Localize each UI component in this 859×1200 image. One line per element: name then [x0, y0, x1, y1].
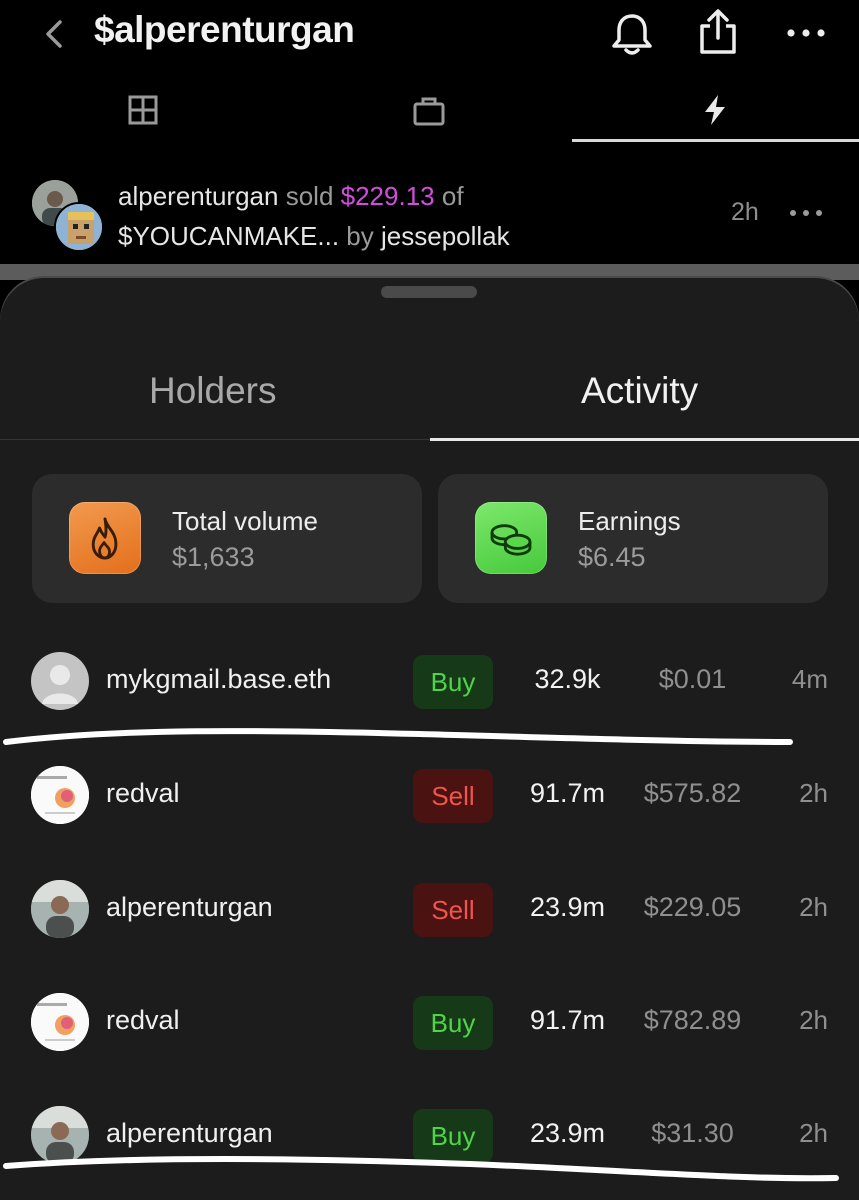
usd-amount: $229.05	[643, 892, 742, 922]
activity-username[interactable]: alperenturgan	[106, 1118, 273, 1149]
earnings-card: Earnings $6.45	[438, 474, 828, 603]
activity-row[interactable]: redval Sell 91.7m $575.82 2h	[0, 744, 859, 844]
tab-grid[interactable]	[0, 78, 286, 142]
more-icon[interactable]	[784, 24, 828, 42]
creator-avatar	[54, 202, 104, 252]
feed-creator[interactable]: jessepollak	[381, 221, 510, 251]
activity-time: 2h	[799, 1118, 828, 1148]
sheet-drag-handle[interactable]	[381, 286, 477, 298]
token-quantity: 32.9k	[534, 664, 601, 694]
total-volume-card: Total volume $1,633	[32, 474, 422, 603]
activity-username[interactable]: alperenturgan	[106, 892, 273, 923]
buy-badge: Buy	[413, 996, 493, 1050]
tab-activity-list[interactable]: Activity	[581, 370, 698, 412]
tab-activity[interactable]	[572, 78, 858, 142]
buy-badge: Buy	[413, 655, 493, 709]
bag-icon	[413, 97, 445, 126]
activity-row[interactable]: redval Buy 91.7m $782.89 2h	[0, 971, 859, 1071]
tab-indicator	[430, 438, 859, 441]
photo-avatar-icon	[31, 880, 89, 938]
profile-nav-tabs	[0, 78, 859, 144]
token-quantity: 23.9m	[529, 1118, 606, 1148]
grid-icon	[128, 95, 158, 125]
feed-of: of	[441, 181, 464, 211]
feed-user[interactable]: alperenturgan	[118, 181, 278, 211]
activity-username[interactable]: mykgmail.base.eth	[106, 664, 331, 695]
token-quantity: 23.9m	[529, 892, 606, 922]
bell-icon[interactable]	[606, 8, 658, 60]
sell-badge: Sell	[413, 769, 493, 823]
activity-row[interactable]: mykgmail.base.eth Buy 32.9k $0.01 4m	[0, 630, 859, 730]
earnings-value: $6.45	[578, 542, 646, 572]
buy-badge: Buy	[413, 1109, 493, 1163]
sell-badge: Sell	[413, 883, 493, 937]
share-icon[interactable]	[692, 6, 744, 58]
total-volume-label: Total volume	[172, 506, 318, 536]
feed-time: 2h	[731, 198, 759, 226]
usd-amount: $31.30	[651, 1118, 734, 1148]
nav-tab-indicator	[572, 139, 859, 142]
page-title: $alperenturgan	[94, 9, 355, 50]
feed-by: by	[346, 221, 374, 251]
redval-avatar-icon	[31, 993, 89, 1051]
activity-time: 2h	[799, 1005, 828, 1035]
fire-icon	[69, 502, 141, 574]
feed-token[interactable]: $YOUCANMAKE...	[118, 221, 339, 251]
redval-avatar-icon	[31, 766, 89, 824]
activity-time: 4m	[791, 664, 828, 694]
usd-amount: $782.89	[643, 1005, 742, 1035]
usd-amount: $575.82	[643, 778, 742, 808]
chevron-left-icon[interactable]	[38, 14, 72, 54]
feed-action: sold	[285, 181, 334, 211]
total-volume-value: $1,633	[172, 542, 255, 572]
default-avatar-icon	[31, 652, 89, 710]
feed-message: alperenturgan sold $229.13 of $YOUCANMAK…	[118, 176, 510, 256]
activity-username[interactable]: redval	[106, 1005, 180, 1036]
token-quantity: 91.7m	[529, 1005, 606, 1035]
coins-icon	[475, 502, 547, 574]
activity-row[interactable]: alperenturgan Buy 23.9m $31.30 2h	[0, 1084, 859, 1184]
activity-time: 2h	[799, 892, 828, 922]
tab-holders[interactable]: Holders	[149, 370, 277, 412]
usd-amount: $0.01	[658, 664, 727, 694]
photo-avatar-icon	[31, 1106, 89, 1164]
token-quantity: 91.7m	[529, 778, 606, 808]
feed-amount: $229.13	[340, 181, 435, 211]
lightning-icon	[705, 95, 725, 125]
more-icon[interactable]	[788, 206, 824, 220]
feed-notification[interactable]: alperenturgan sold $229.13 of $YOUCANMAK…	[0, 170, 859, 264]
activity-time: 2h	[799, 778, 828, 808]
activity-username[interactable]: redval	[106, 778, 180, 809]
holders-activity-sheet: Holders Activity Total volume $1,633 Ear…	[0, 278, 859, 1200]
top-bar: $alperenturgan	[0, 0, 859, 70]
tab-shop[interactable]	[286, 78, 572, 142]
activity-row[interactable]: alperenturgan Sell 23.9m $229.05 2h	[0, 858, 859, 958]
earnings-label: Earnings	[578, 506, 681, 536]
